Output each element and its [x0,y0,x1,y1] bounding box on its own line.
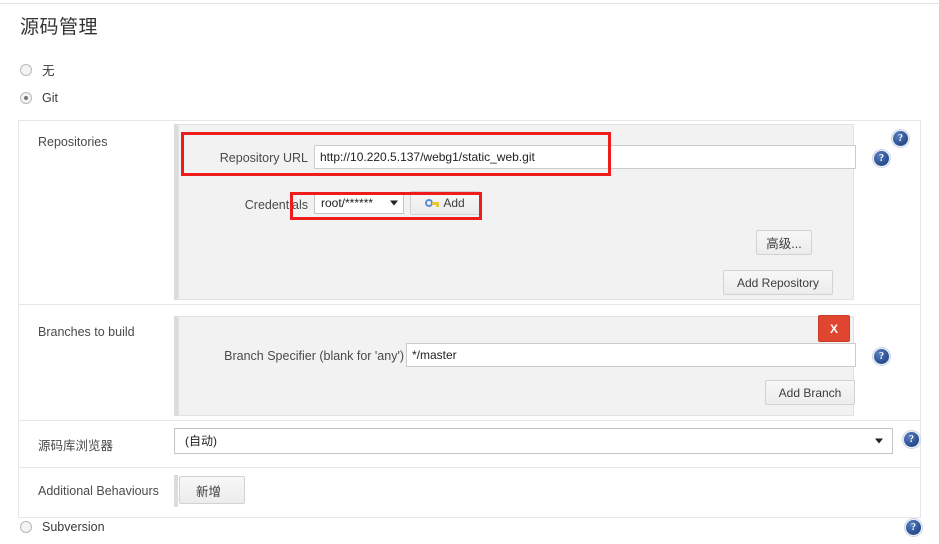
git-panel-left-border [18,120,19,518]
branch-specifier-label: Branch Specifier (blank for 'any') [224,349,404,363]
add-behaviour-button[interactable]: 新增 [179,476,245,504]
additional-behaviours-label: Additional Behaviours [38,484,159,498]
git-scm-panel: Repositories Repository URL ? Credential… [18,120,921,518]
repository-browser-select[interactable]: (自动) [174,428,893,454]
branches-section-label: Branches to build [38,325,135,339]
scm-radio-subversion[interactable]: Subversion [20,520,105,534]
add-behaviour-label: 新增 [195,484,221,499]
advanced-button[interactable]: 高级... [756,230,812,255]
scm-radio-subversion-label: Subversion [42,520,105,534]
branch-specifier-input[interactable] [406,343,856,367]
git-panel-top-border [18,120,921,121]
repository-browser-help-icon[interactable]: ? [903,431,920,448]
repository-browser-label: 源码库浏览器 [38,439,114,453]
branches-bottom-divider [18,420,921,421]
credentials-select[interactable]: root/****** [314,192,404,214]
key-icon [425,198,440,208]
credentials-selected-value: root/****** [321,196,374,210]
git-panel-right-border [920,120,921,518]
repository-url-input[interactable] [314,145,856,169]
chevron-down-icon [390,200,398,206]
repositories-section-label: Repositories [38,135,108,149]
chevron-down-icon [875,438,883,444]
add-repository-button[interactable]: Add Repository [723,270,833,295]
repositories-bottom-divider [18,304,921,305]
repository-url-help-icon[interactable]: ? [873,150,890,167]
behaviours-accent-bar [174,475,178,507]
add-branch-button[interactable]: Add Branch [765,380,855,405]
scm-radio-git[interactable]: Git [20,91,58,105]
scm-radio-git-label: Git [42,91,58,105]
subversion-help-icon[interactable]: ? [905,519,922,536]
scm-radio-none-label: 无 [42,64,55,78]
top-divider [0,3,939,4]
delete-branch-button[interactable]: X [818,315,850,342]
repository-url-label: Repository URL [219,151,308,165]
repository-browser-selected-value: (自动) [185,434,217,448]
radio-git-indicator[interactable] [20,92,32,104]
page-title: 源码管理 [20,17,99,38]
radio-subversion-indicator[interactable] [20,521,32,533]
scm-radio-none[interactable]: 无 [20,60,55,79]
radio-none-indicator[interactable] [20,63,32,76]
repositories-help-icon[interactable]: ? [892,130,909,147]
add-credentials-button[interactable]: Add [410,191,480,215]
browser-bottom-divider [18,467,921,468]
behaviours-bottom-divider [18,517,921,518]
credentials-label: Credentials [244,198,308,212]
add-credentials-label: Add [443,196,465,210]
branch-specifier-help-icon[interactable]: ? [873,348,890,365]
